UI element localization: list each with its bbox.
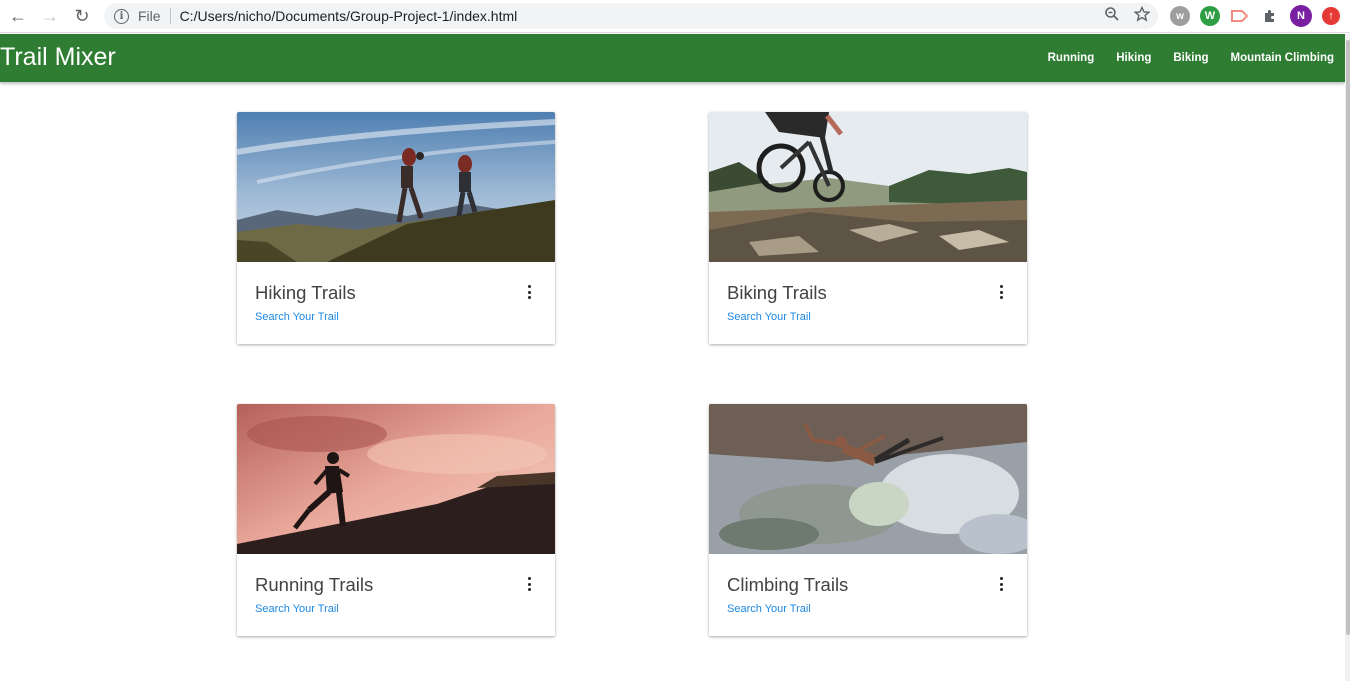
- address-bar[interactable]: i File C:/Users/nicho/Documents/Group-Pr…: [104, 3, 1158, 29]
- extension-w-icon[interactable]: w: [1170, 6, 1190, 26]
- nav-menu: Running Hiking Biking Mountain Climbing: [1026, 34, 1334, 82]
- more-vert-icon[interactable]: [995, 284, 1007, 300]
- card-title: Biking Trails: [727, 282, 827, 303]
- forward-arrow-icon[interactable]: →: [38, 5, 62, 27]
- update-icon[interactable]: ↑: [1322, 7, 1340, 25]
- hikers-on-ridge-photo: [237, 112, 555, 262]
- extension-green-w-icon[interactable]: W: [1200, 6, 1220, 26]
- puzzle-extensions-icon[interactable]: [1260, 6, 1280, 26]
- extension-tag-icon[interactable]: [1230, 6, 1250, 26]
- extension-bar: w W N ↑: [1170, 5, 1340, 27]
- search-trail-link[interactable]: Search Your Trail: [727, 603, 811, 615]
- more-vert-icon[interactable]: [995, 576, 1007, 592]
- bookmark-star-icon[interactable]: [1134, 6, 1150, 22]
- info-icon[interactable]: i: [114, 8, 129, 24]
- runner-silhouette-photo: [237, 404, 555, 554]
- profile-avatar[interactable]: N: [1290, 5, 1312, 27]
- card-running: Running Trails Search Your Trail: [237, 404, 555, 636]
- zoom-icon[interactable]: [1104, 6, 1120, 22]
- scrollbar-thumb[interactable]: [1346, 40, 1350, 635]
- card-title: Hiking Trails: [255, 282, 356, 303]
- navbar: Trail Mixer Running Hiking Biking Mounta…: [0, 34, 1345, 82]
- reload-icon[interactable]: ↻: [70, 5, 94, 27]
- nav-link-hiking[interactable]: Hiking: [1116, 52, 1151, 64]
- nav-link-running[interactable]: Running: [1048, 52, 1095, 64]
- card-biking: Biking Trails Search Your Trail: [709, 112, 1027, 344]
- url-text[interactable]: C:/Users/nicho/Documents/Group-Project-1…: [180, 8, 518, 24]
- card-climbing: Climbing Trails Search Your Trail: [709, 404, 1027, 636]
- browser-toolbar: ← → ↻ i File C:/Users/nicho/Documents/Gr…: [0, 0, 1350, 33]
- card-hiking: Hiking Trails Search Your Trail: [237, 112, 555, 344]
- search-trail-link[interactable]: Search Your Trail: [255, 603, 339, 615]
- mountain-biker-photo: [709, 112, 1027, 262]
- brand-logo[interactable]: Trail Mixer: [0, 43, 116, 72]
- card-title: Climbing Trails: [727, 574, 849, 595]
- file-chip: File: [138, 8, 171, 24]
- search-trail-link[interactable]: Search Your Trail: [255, 311, 339, 323]
- more-vert-icon[interactable]: [523, 576, 535, 592]
- more-vert-icon[interactable]: [523, 284, 535, 300]
- nav-link-biking[interactable]: Biking: [1173, 52, 1208, 64]
- back-arrow-icon[interactable]: ←: [6, 5, 30, 27]
- card-title: Running Trails: [255, 574, 374, 595]
- nav-link-mountain-climbing[interactable]: Mountain Climbing: [1231, 52, 1334, 64]
- search-trail-link[interactable]: Search Your Trail: [727, 311, 811, 323]
- rock-climber-photo: [709, 404, 1027, 554]
